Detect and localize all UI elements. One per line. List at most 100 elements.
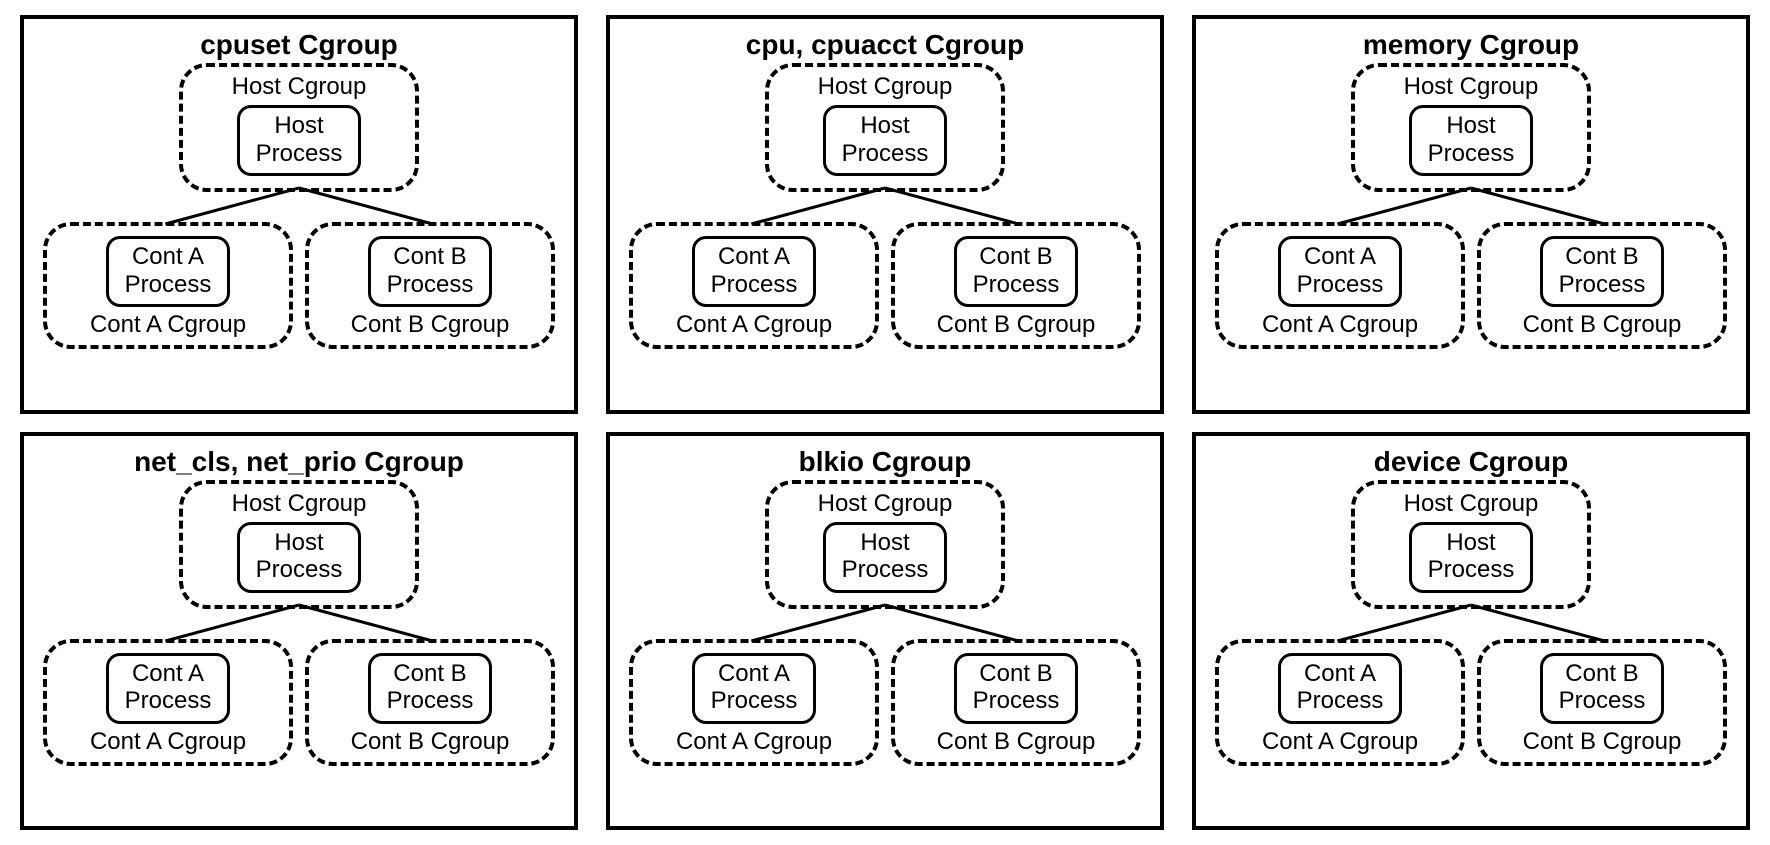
cont-a-cgroup-label: Cont A Cgroup (1262, 728, 1418, 756)
cont-a-cgroup-label: Cont A Cgroup (676, 311, 832, 339)
host-process-line2: Process (1428, 140, 1515, 168)
cont-a-process-box: Cont A Process (1278, 236, 1403, 307)
cont-a-cgroup-label: Cont A Cgroup (90, 311, 246, 339)
host-cgroup-label: Host Cgroup (232, 490, 367, 518)
cont-b-cgroup-box: Cont B Process Cont B Cgroup (891, 639, 1141, 766)
cont-a-cgroup-label: Cont A Cgroup (1262, 311, 1418, 339)
cont-b-process-box: Cont B Process (1540, 236, 1665, 307)
cont-a-cgroup-box: Cont A Process Cont A Cgroup (43, 639, 293, 766)
tree-connectors (628, 609, 1142, 639)
cont-a-cgroup-box: Cont A Process Cont A Cgroup (1215, 222, 1465, 349)
tree-connectors (42, 609, 556, 639)
cont-b-line2: Process (387, 687, 474, 715)
cont-a-line2: Process (125, 271, 212, 299)
host-process-box: Host Process (237, 522, 362, 593)
host-cgroup-label: Host Cgroup (232, 73, 367, 101)
host-process-line2: Process (256, 140, 343, 168)
cgroup-panel-device: device Cgroup Host Cgroup Host Process C… (1192, 432, 1750, 831)
host-cgroup-box: Host Cgroup Host Process (1351, 480, 1591, 609)
tree-connectors (628, 192, 1142, 222)
cont-b-line1: Cont B (1559, 660, 1646, 688)
cont-b-line1: Cont B (973, 243, 1060, 271)
tree-connectors (42, 192, 556, 222)
children-row: Cont A Process Cont A Cgroup Cont B Proc… (42, 639, 556, 766)
cont-a-cgroup-label: Cont A Cgroup (676, 728, 832, 756)
host-process-box: Host Process (1409, 522, 1534, 593)
host-process-line1: Host (842, 112, 929, 140)
cont-a-process-box: Cont A Process (1278, 653, 1403, 724)
panel-title: net_cls, net_prio Cgroup (134, 446, 464, 478)
panel-title: cpu, cpuacct Cgroup (746, 29, 1024, 61)
cont-a-process-box: Cont A Process (692, 236, 817, 307)
host-cgroup-box: Host Cgroup Host Process (765, 480, 1005, 609)
cont-b-line2: Process (973, 271, 1060, 299)
cgroup-panel-memory: memory Cgroup Host Cgroup Host Process C… (1192, 15, 1750, 414)
cont-b-line1: Cont B (973, 660, 1060, 688)
host-cgroup-box: Host Cgroup Host Process (179, 63, 419, 192)
cont-b-process-box: Cont B Process (1540, 653, 1665, 724)
tree-connectors (1214, 192, 1728, 222)
cont-b-line2: Process (1559, 271, 1646, 299)
cgroup-panel-netcls-netprio: net_cls, net_prio Cgroup Host Cgroup Hos… (20, 432, 578, 831)
cont-a-cgroup-label: Cont A Cgroup (90, 728, 246, 756)
panel-title: cpuset Cgroup (200, 29, 398, 61)
host-process-box: Host Process (237, 105, 362, 176)
cont-a-line2: Process (711, 687, 798, 715)
cont-b-line2: Process (387, 271, 474, 299)
cont-a-line2: Process (1297, 271, 1384, 299)
cgroup-panel-cpuset: cpuset Cgroup Host Cgroup Host Process C… (20, 15, 578, 414)
host-process-line1: Host (256, 529, 343, 557)
host-process-box: Host Process (1409, 105, 1534, 176)
host-process-line1: Host (1428, 112, 1515, 140)
cont-a-line2: Process (125, 687, 212, 715)
cont-b-cgroup-box: Cont B Process Cont B Cgroup (305, 639, 555, 766)
cont-a-cgroup-box: Cont A Process Cont A Cgroup (629, 639, 879, 766)
panel-title: device Cgroup (1374, 446, 1568, 478)
host-process-line2: Process (842, 556, 929, 584)
cont-a-process-box: Cont A Process (106, 236, 231, 307)
host-process-line2: Process (256, 556, 343, 584)
cont-a-process-box: Cont A Process (692, 653, 817, 724)
host-process-line2: Process (842, 140, 929, 168)
host-process-line2: Process (1428, 556, 1515, 584)
cont-b-line2: Process (973, 687, 1060, 715)
cont-b-line1: Cont B (387, 243, 474, 271)
cont-b-process-box: Cont B Process (954, 236, 1079, 307)
cont-b-cgroup-box: Cont B Process Cont B Cgroup (1477, 639, 1727, 766)
cont-a-cgroup-box: Cont A Process Cont A Cgroup (1215, 639, 1465, 766)
cgroup-panel-cpu-cpuacct: cpu, cpuacct Cgroup Host Cgroup Host Pro… (606, 15, 1164, 414)
cont-b-cgroup-label: Cont B Cgroup (351, 311, 510, 339)
cont-a-line1: Cont A (1297, 243, 1384, 271)
children-row: Cont A Process Cont A Cgroup Cont B Proc… (628, 222, 1142, 349)
children-row: Cont A Process Cont A Cgroup Cont B Proc… (1214, 639, 1728, 766)
host-cgroup-box: Host Cgroup Host Process (765, 63, 1005, 192)
host-cgroup-label: Host Cgroup (818, 73, 953, 101)
cont-a-cgroup-box: Cont A Process Cont A Cgroup (43, 222, 293, 349)
host-process-box: Host Process (823, 105, 948, 176)
cont-a-cgroup-box: Cont A Process Cont A Cgroup (629, 222, 879, 349)
cont-b-cgroup-label: Cont B Cgroup (1523, 311, 1682, 339)
cont-b-cgroup-label: Cont B Cgroup (351, 728, 510, 756)
cont-a-line2: Process (711, 271, 798, 299)
host-process-box: Host Process (823, 522, 948, 593)
cont-b-process-box: Cont B Process (368, 653, 493, 724)
host-cgroup-box: Host Cgroup Host Process (179, 480, 419, 609)
cont-a-line2: Process (1297, 687, 1384, 715)
children-row: Cont A Process Cont A Cgroup Cont B Proc… (42, 222, 556, 349)
cont-b-cgroup-box: Cont B Process Cont B Cgroup (891, 222, 1141, 349)
host-process-line1: Host (256, 112, 343, 140)
host-process-line1: Host (1428, 529, 1515, 557)
cont-a-process-box: Cont A Process (106, 653, 231, 724)
host-cgroup-label: Host Cgroup (1404, 490, 1539, 518)
cont-b-cgroup-label: Cont B Cgroup (1523, 728, 1682, 756)
host-cgroup-label: Host Cgroup (818, 490, 953, 518)
cont-b-line2: Process (1559, 687, 1646, 715)
cont-b-process-box: Cont B Process (368, 236, 493, 307)
cont-b-line1: Cont B (1559, 243, 1646, 271)
panel-title: blkio Cgroup (799, 446, 972, 478)
cont-b-cgroup-box: Cont B Process Cont B Cgroup (305, 222, 555, 349)
cont-a-line1: Cont A (125, 243, 212, 271)
cont-a-line1: Cont A (711, 660, 798, 688)
cont-a-line1: Cont A (711, 243, 798, 271)
panel-title: memory Cgroup (1363, 29, 1579, 61)
